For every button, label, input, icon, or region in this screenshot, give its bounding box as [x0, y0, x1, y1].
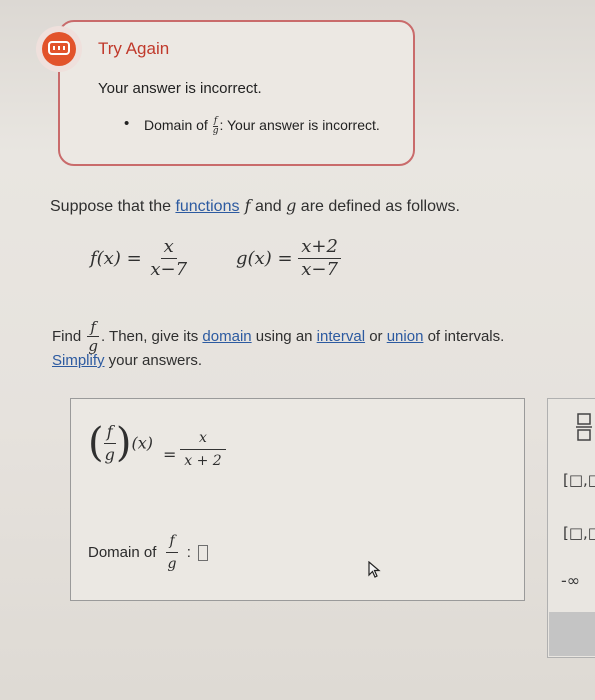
g-numerator: x+2 — [298, 236, 341, 259]
neg-infinity-button[interactable]: -∞ — [561, 571, 580, 590]
find-fraction: fg — [85, 318, 101, 355]
answer-rhs-fraction[interactable]: xx + 2 — [180, 427, 226, 472]
feedback-message: Your answer is incorrect. — [98, 80, 262, 97]
simplify-rest-text: your answers. — [104, 352, 203, 369]
fraction-icon[interactable] — [575, 412, 593, 446]
f-numerator: x — [160, 236, 177, 259]
f-fraction: x x−7 — [147, 236, 190, 281]
find-frac-num: f — [87, 318, 99, 337]
then-text: . Then, give its — [100, 328, 203, 345]
f-denominator: x−7 — [150, 259, 188, 280]
union-link[interactable]: union — [387, 328, 424, 345]
feedback-bullet: • — [124, 115, 130, 132]
domain-frac-num: f — [166, 530, 178, 553]
simplify-instruction: Simplify your answers. — [52, 352, 202, 369]
answer-lhs: (f g)(x) — [88, 420, 153, 466]
feedback-item: Domain of fg: Your answer is incorrect. — [144, 117, 380, 136]
functions-link[interactable]: functions — [175, 198, 239, 215]
or-text: or — [365, 328, 387, 345]
g-label: g(x) = — [236, 248, 293, 269]
problem-text-3: are defined as follows. — [296, 198, 460, 215]
domain-link[interactable]: domain — [202, 328, 251, 345]
simplify-link[interactable]: Simplify — [52, 352, 105, 369]
f-definition: f(x) = x x−7 — [90, 236, 190, 281]
of-intervals-text: of intervals. — [423, 328, 505, 345]
feedback-title: Try Again — [98, 39, 170, 58]
g-symbol: g — [286, 196, 297, 215]
problem-statement: Suppose that the functions f and g are d… — [50, 196, 460, 216]
answer-rhs[interactable]: xx + 2 — [180, 427, 226, 472]
domain-fraction: fg — [165, 530, 180, 575]
f-label: f(x) = — [90, 248, 142, 269]
domain-label: Domain of — [88, 544, 157, 561]
error-icon-halo — [36, 26, 82, 72]
answer-lhs-arg: (x) — [131, 433, 153, 453]
domain-input[interactable] — [198, 544, 209, 561]
answer-equals: = — [163, 445, 177, 464]
g-definition: g(x) = x+2 x−7 — [236, 236, 341, 281]
find-instruction: Find fg. Then, give its domain using an … — [52, 318, 504, 355]
feedback-frac-den: g — [212, 126, 219, 136]
right-paren: ) — [115, 420, 132, 466]
feedback-item-fraction: fg — [212, 117, 219, 136]
feedback-item-suffix: : Your answer is incorrect. — [219, 117, 380, 134]
f-symbol: f — [239, 196, 251, 215]
tools-more-button[interactable] — [549, 612, 595, 656]
answer-rhs-num[interactable]: x — [180, 427, 226, 450]
problem-text-2: and — [250, 198, 287, 215]
interval-closed-open-button[interactable]: [□,□ — [563, 471, 595, 489]
error-icon — [42, 32, 76, 66]
g-fraction: x+2 x−7 — [298, 236, 341, 281]
answer-lhs-num: f — [103, 421, 116, 444]
domain-colon: : — [186, 544, 191, 561]
problem-text-1: Suppose that the — [50, 198, 176, 215]
domain-answer-row: Domain of fg : — [88, 530, 209, 575]
mouse-cursor-icon — [368, 560, 382, 584]
feedback-item-prefix: Domain of — [144, 117, 208, 134]
using-text: using an — [251, 328, 317, 345]
g-denominator: x−7 — [301, 259, 338, 280]
interval-link[interactable]: interval — [317, 328, 365, 345]
domain-frac-den: g — [167, 556, 177, 572]
find-text: Find — [52, 328, 82, 345]
interval-closed-button[interactable]: [□,□ — [563, 524, 595, 542]
answer-rhs-den[interactable]: x + 2 — [181, 450, 224, 472]
